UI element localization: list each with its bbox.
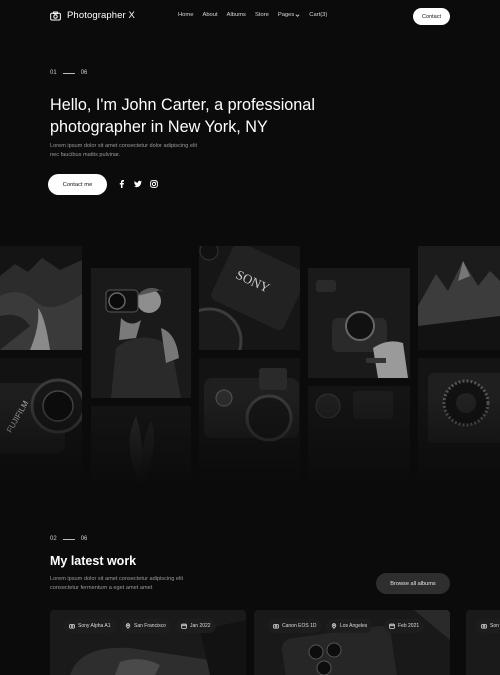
date-label: Feb 2021 (398, 623, 420, 629)
main-menu: Home About Albums Store Pages Cart(3) (178, 12, 327, 18)
nav-about[interactable]: About (202, 12, 217, 18)
location-pin-icon (125, 623, 131, 629)
contact-button[interactable]: Contact (413, 8, 450, 25)
location-label: Los Angeles (340, 623, 368, 629)
date-chip: Feb 2021 (384, 619, 425, 633)
browse-all-albums-button[interactable]: Browse all albums (376, 573, 450, 594)
camera-chip: Canon EOS 1D (268, 619, 322, 633)
nav-home[interactable]: Home (178, 12, 193, 18)
location-chip: San Francisco (120, 619, 171, 633)
album-card-1[interactable]: Sony Alpha A1 San Francisco Jan 2022 (50, 610, 246, 675)
gallery-photo-river-valley[interactable] (0, 246, 82, 350)
gallery-photo-photographer-portrait[interactable] (91, 268, 191, 398)
nav-pages-label: Pages (277, 12, 295, 18)
date-label: Jan 2022 (190, 623, 211, 629)
social-links (118, 180, 158, 188)
nav-albums[interactable]: Albums (227, 12, 246, 18)
location-label: San Francisco (134, 623, 166, 629)
camera-icon (481, 624, 487, 629)
gallery-photo-sony-camera[interactable]: SONY (199, 246, 300, 350)
nav-cart[interactable]: Cart(3) (309, 12, 327, 18)
gallery-photo-hand-camera[interactable] (308, 268, 410, 378)
counter-current: 02 (50, 536, 57, 542)
section-title: My latest work (50, 554, 137, 568)
top-nav: Photographer X Home About Albums Store P… (0, 0, 500, 34)
date-chip: Jan 2022 (176, 619, 216, 633)
hero-description: Lorem ipsum dolor sit amet consectetur d… (50, 143, 198, 158)
instagram-icon[interactable] (150, 180, 158, 188)
twitter-icon[interactable] (134, 180, 142, 188)
counter-divider (62, 72, 75, 74)
contact-me-button[interactable]: Contact me (48, 174, 107, 195)
album-card-2[interactable]: Canon EOS 1D Los Angeles Feb 2021 (254, 610, 450, 675)
gallery-fade-overlay (0, 396, 500, 486)
calendar-icon (181, 623, 187, 629)
counter-total: 06 (80, 536, 88, 542)
nav-store[interactable]: Store (255, 12, 269, 18)
camera-icon (50, 11, 61, 20)
album-card-3[interactable]: Son (466, 610, 500, 675)
work-counter: 02 06 (50, 536, 87, 542)
camera-label: Son (490, 623, 499, 629)
brand-name: Photographer X (67, 10, 135, 21)
camera-chip: Son (476, 619, 500, 633)
camera-icon (273, 624, 279, 629)
counter-current: 01 (50, 70, 57, 76)
gallery-photo-mountains[interactable] (418, 246, 500, 350)
photo-gallery: FUJIFILM SONY (0, 246, 500, 486)
location-pin-icon (331, 623, 337, 629)
camera-chip: Sony Alpha A1 (64, 619, 116, 633)
hero-title: Hello, I'm John Carter, a professional p… (50, 96, 315, 136)
hero-counter: 01 06 (50, 70, 87, 76)
camera-label: Canon EOS 1D (282, 623, 317, 629)
location-chip: Los Angeles (326, 619, 373, 633)
counter-total: 06 (80, 70, 88, 76)
chevron-down-icon (295, 13, 300, 17)
counter-divider (62, 538, 75, 540)
facebook-icon[interactable] (118, 180, 126, 188)
camera-icon (69, 624, 75, 629)
nav-pages-dropdown[interactable]: Pages (278, 12, 300, 18)
camera-label: Sony Alpha A1 (78, 623, 111, 629)
calendar-icon (389, 623, 395, 629)
brand-logo[interactable]: Photographer X (50, 10, 135, 21)
section-description: Lorem ipsum dolor sit amet consectetur a… (50, 576, 184, 591)
